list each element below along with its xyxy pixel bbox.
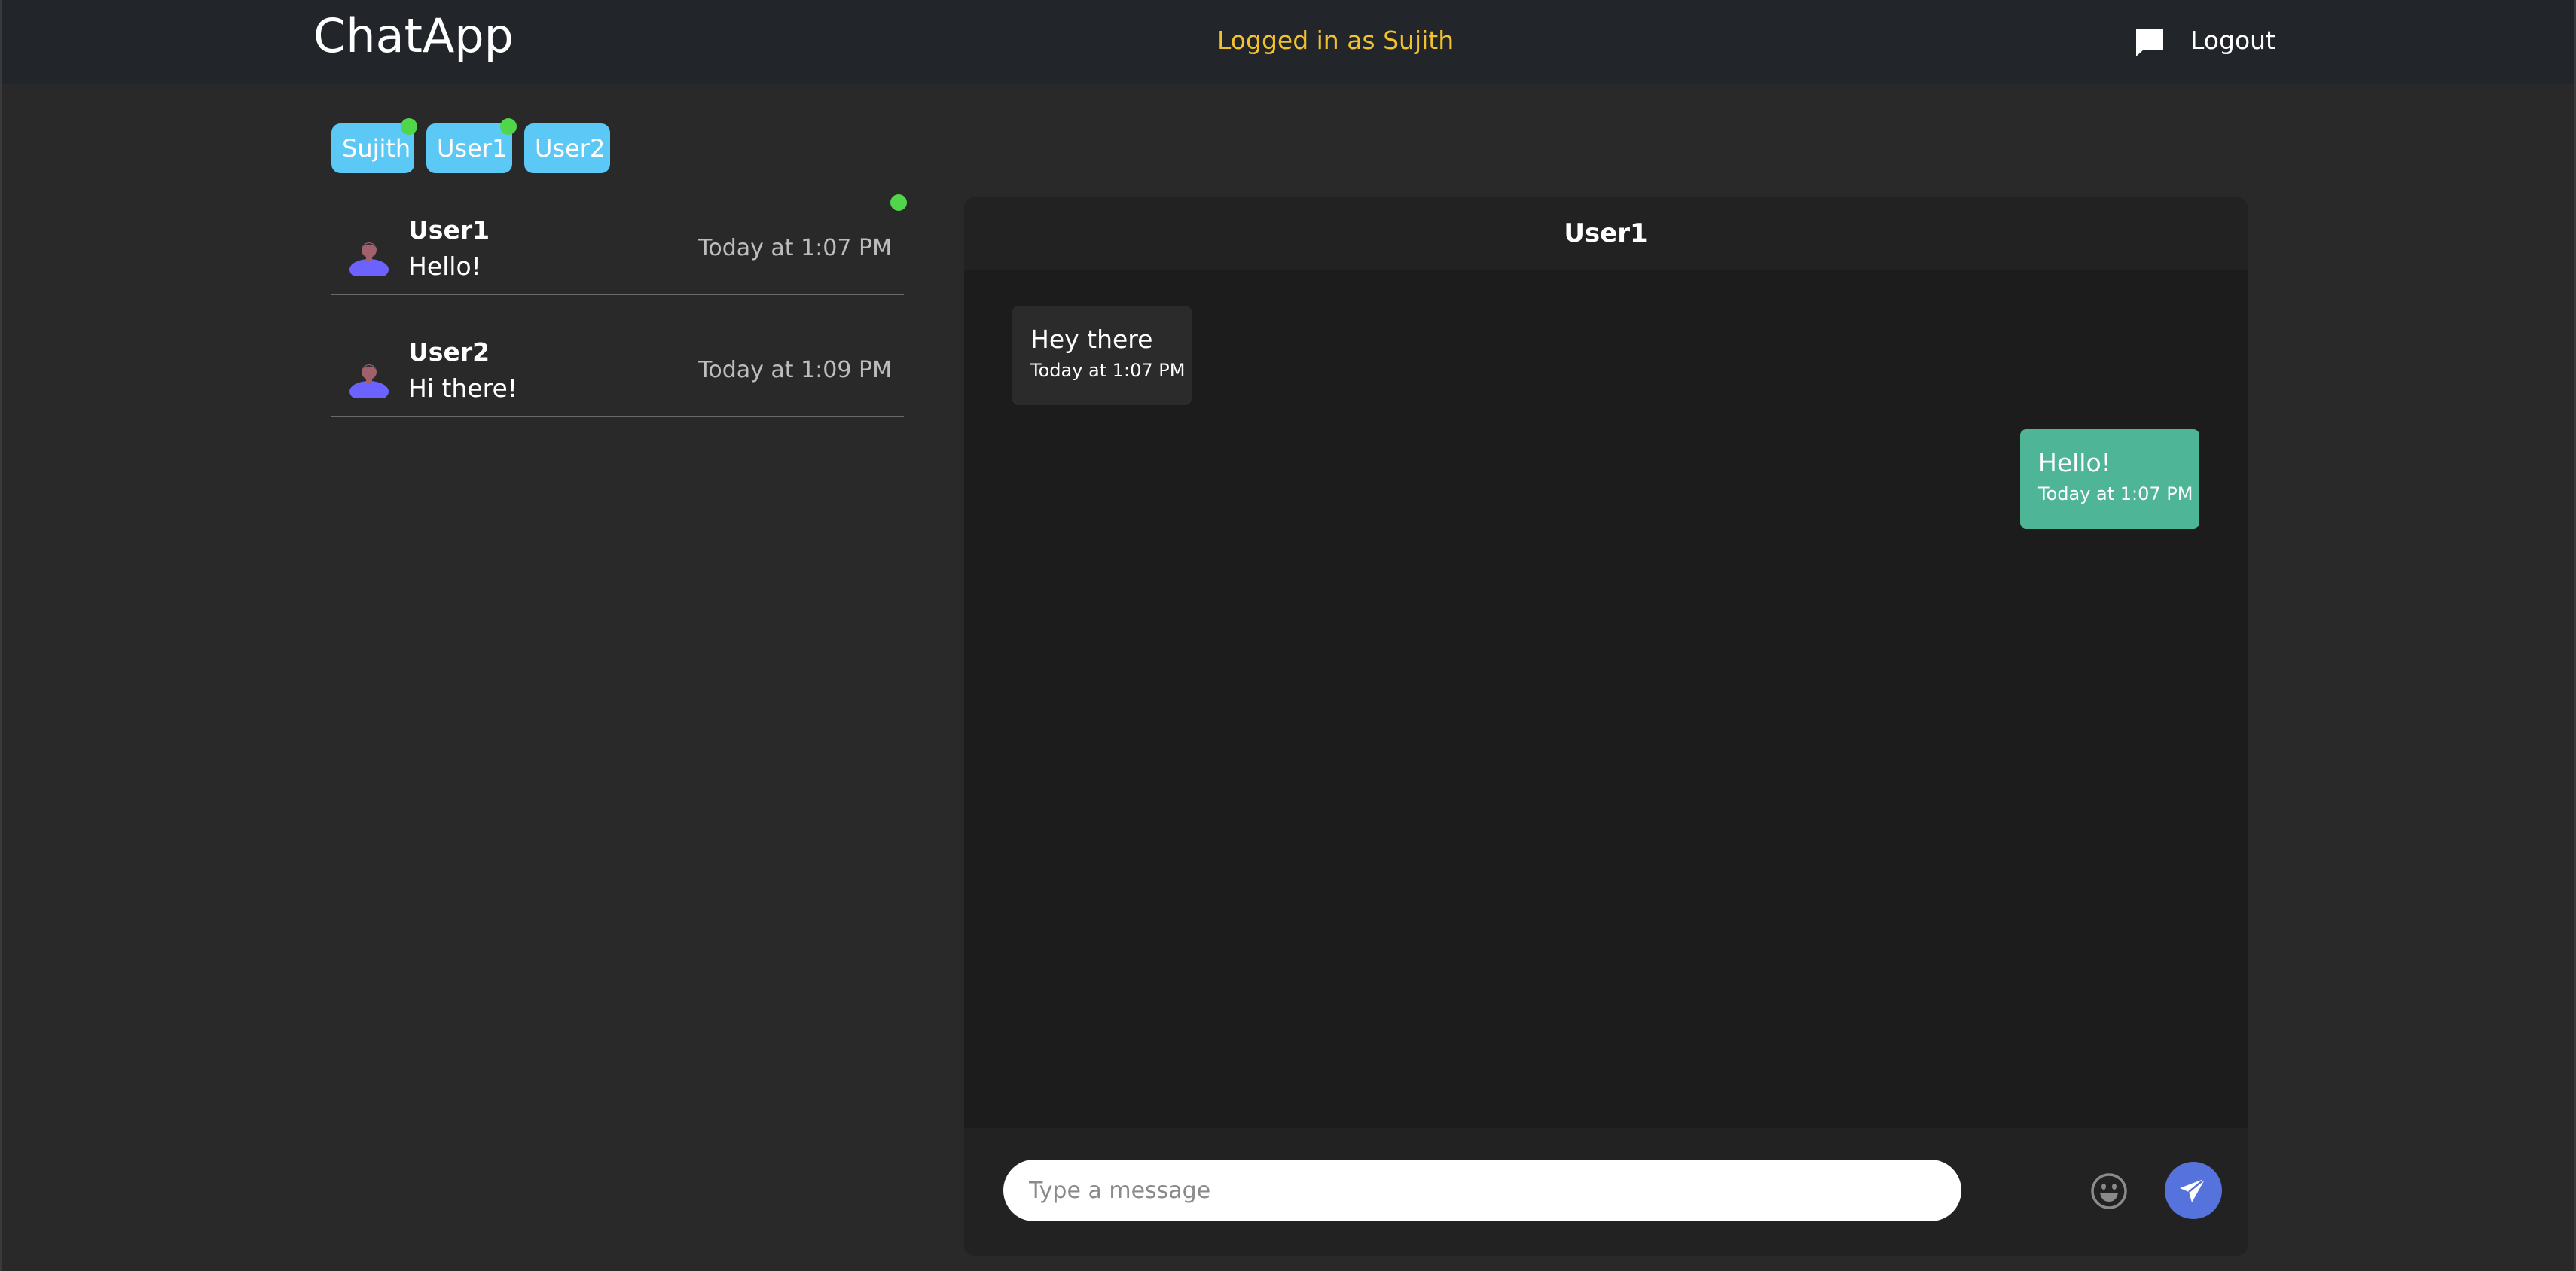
message-bubble-outgoing: Hello! Today at 1:07 PM xyxy=(2020,429,2199,529)
conversation-name: User1 xyxy=(408,215,490,245)
conversation-last-message: Hello! xyxy=(408,251,481,281)
chat-header-title: User1 xyxy=(964,197,2248,270)
message-time: Today at 1:07 PM xyxy=(2038,483,2193,504)
message-time: Today at 1:07 PM xyxy=(1030,360,1186,381)
conversation-time: Today at 1:09 PM xyxy=(698,357,892,383)
chip-label: Sujith xyxy=(342,134,411,163)
message-composer xyxy=(964,1128,2248,1256)
conversation-item-user2[interactable]: User2 Hi there! Today at 1:09 PM xyxy=(331,319,904,417)
chat-bubble-icon[interactable] xyxy=(2133,26,2166,59)
chat-app-page: ChatApp Logged in as Sujith Logout Sujit… xyxy=(0,0,2576,1271)
message-bubble-incoming: Hey there Today at 1:07 PM xyxy=(1012,306,1192,405)
logged-in-status: Logged in as Sujith xyxy=(1217,26,1454,55)
chip-label: User1 xyxy=(437,134,508,163)
conversation-item-user1[interactable]: User1 Hello! Today at 1:07 PM xyxy=(331,197,904,295)
message-input[interactable] xyxy=(1003,1160,1961,1221)
avatar-icon xyxy=(349,242,389,276)
logout-button[interactable]: Logout xyxy=(2190,23,2275,59)
conversation-time: Today at 1:07 PM xyxy=(698,235,892,261)
chip-label: User2 xyxy=(535,134,606,163)
online-user-chip-user1[interactable]: User1 xyxy=(426,123,512,173)
online-user-chip-user2[interactable]: User2 xyxy=(524,123,610,173)
conversation-last-message: Hi there! xyxy=(408,373,518,403)
navbar: ChatApp Logged in as Sujith Logout xyxy=(2,0,2574,84)
online-indicator xyxy=(500,118,517,135)
app-brand[interactable]: ChatApp xyxy=(313,6,514,66)
conversation-name: User2 xyxy=(408,337,490,367)
chat-panel: User1 Hey there Today at 1:07 PM Hello! … xyxy=(964,197,2248,1256)
message-text: Hey there xyxy=(1030,325,1153,354)
message-text: Hello! xyxy=(2038,448,2111,477)
send-button[interactable] xyxy=(2165,1162,2222,1219)
avatar-icon xyxy=(349,364,389,398)
smiley-face-icon[interactable] xyxy=(2089,1172,2129,1211)
paper-plane-icon xyxy=(2180,1178,2206,1202)
online-indicator xyxy=(401,118,417,135)
